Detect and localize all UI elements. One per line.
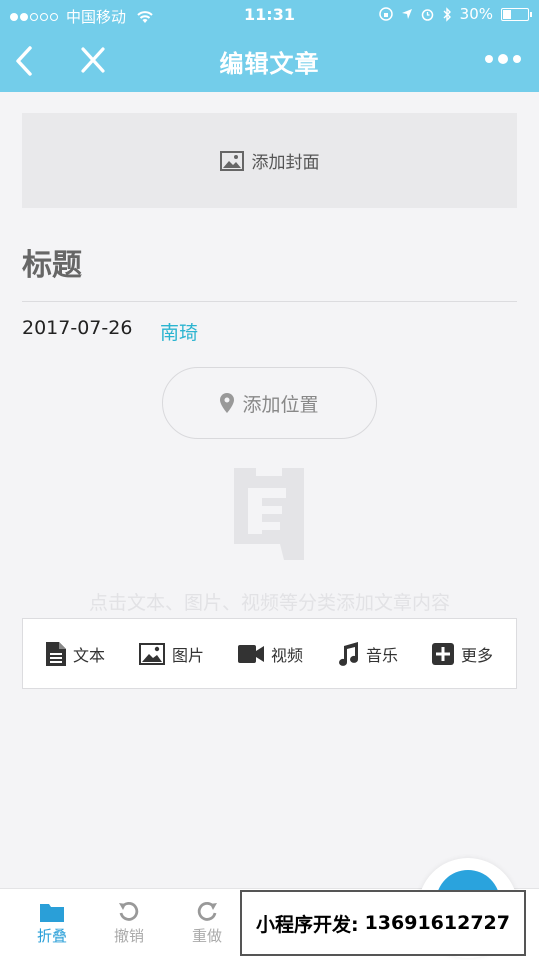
redo-label: 重做	[191, 927, 222, 945]
add-more-button[interactable]: 更多	[431, 642, 493, 666]
image-icon	[138, 642, 165, 665]
empty-hint: 点击文本、图片、视频等分类添加文章内容	[88, 592, 450, 614]
article-author[interactable]: 南琦	[160, 318, 198, 345]
location-arrow-icon	[401, 9, 412, 19]
plus-icon	[431, 642, 454, 665]
status-bar: 中国移动 11:31 30%	[0, 0, 539, 30]
image-icon	[219, 150, 244, 171]
add-cover-label: 添加封面	[251, 153, 320, 173]
add-cover-button[interactable]: 添加封面	[22, 113, 517, 208]
document-placeholder-icon	[234, 468, 304, 560]
add-text-label: 文本	[72, 645, 105, 665]
fold-label: 折叠	[36, 927, 67, 945]
content-type-toolbar: 文本 图片 视频 音乐 更多	[22, 618, 517, 689]
navigation-bar: 编辑文章	[0, 30, 539, 92]
title-input[interactable]: 标题	[22, 240, 82, 284]
add-more-label: 更多	[460, 645, 493, 665]
battery-percent: 30%	[459, 5, 493, 23]
text-icon	[45, 641, 66, 666]
add-location-label: 添加位置	[242, 393, 319, 416]
article-date: 2017-07-26	[22, 317, 133, 339]
promo-label: 小程序开发:	[255, 913, 359, 936]
add-text-button[interactable]: 文本	[45, 641, 105, 666]
status-right: 30%	[378, 5, 532, 23]
add-video-label: 视频	[270, 645, 303, 665]
map-pin-icon	[220, 393, 235, 413]
add-music-label: 音乐	[365, 645, 398, 665]
add-image-button[interactable]: 图片	[138, 642, 204, 666]
promo-banner: 小程序开发: 13691612727	[240, 890, 526, 956]
folder-icon	[40, 904, 64, 922]
add-location-button[interactable]: 添加位置	[162, 367, 377, 439]
redo-icon	[197, 902, 217, 921]
undo-icon	[119, 902, 139, 921]
add-video-button[interactable]: 视频	[237, 642, 303, 666]
battery-icon	[501, 7, 532, 21]
add-music-button[interactable]: 音乐	[337, 641, 398, 666]
music-icon	[339, 641, 359, 666]
redo-button[interactable]: 重做	[177, 899, 237, 946]
add-image-label: 图片	[171, 645, 204, 665]
divider	[22, 301, 517, 302]
undo-label: 撤销	[113, 927, 144, 945]
page-title: 编辑文章	[219, 50, 320, 78]
rotation-lock-icon	[378, 7, 393, 21]
more-options-icon[interactable]	[485, 54, 521, 64]
fold-button[interactable]: 折叠	[22, 899, 82, 946]
undo-button[interactable]: 撤销	[99, 899, 159, 946]
bluetooth-icon	[443, 6, 451, 22]
alarm-icon	[421, 8, 433, 21]
promo-phone: 13691612727	[364, 912, 511, 934]
video-icon	[237, 644, 264, 663]
